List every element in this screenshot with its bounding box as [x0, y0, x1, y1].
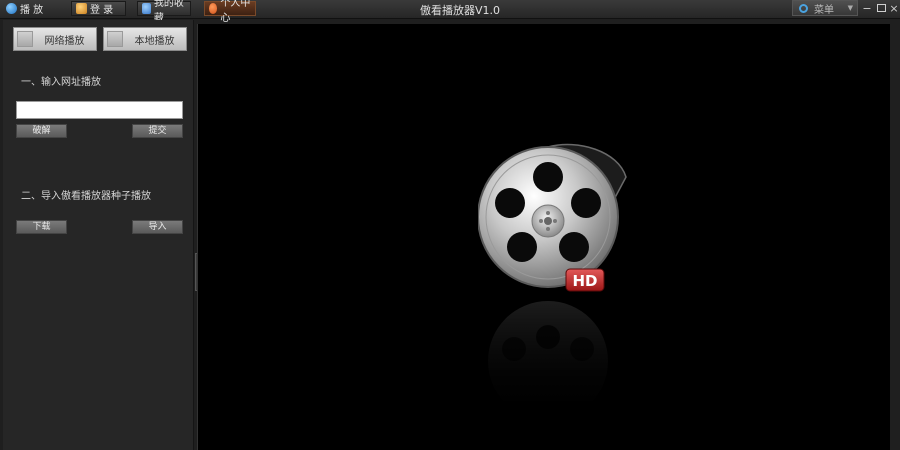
- close-button[interactable]: ×: [887, 1, 900, 15]
- folder-icon: [107, 31, 123, 47]
- url-input[interactable]: [16, 101, 183, 119]
- ring-icon: [799, 3, 808, 13]
- minimize-icon: −: [862, 1, 872, 15]
- left-panel: 网络播放 本地播放 一、输入网址播放 破解 提交 二、导入傲看播放器种子播放 下…: [3, 20, 194, 450]
- maximize-button[interactable]: [874, 1, 888, 15]
- user-center-label: 个人中心: [220, 0, 251, 24]
- menu-button[interactable]: 菜单 ▼: [792, 0, 858, 16]
- tab-local-label: 本地播放: [134, 35, 175, 47]
- minimize-button[interactable]: −: [860, 1, 874, 15]
- menu-label: 菜单: [814, 4, 834, 16]
- app-title: 傲看播放器V1.0: [419, 4, 501, 17]
- maximize-icon: [876, 4, 886, 12]
- network-icon: [17, 31, 33, 47]
- close-icon: ×: [889, 1, 899, 15]
- section-torrent-title: 二、导入傲看播放器种子播放: [21, 191, 151, 202]
- login-button[interactable]: 登 录: [71, 1, 126, 16]
- download-button[interactable]: 下载: [16, 220, 67, 234]
- user-center-button[interactable]: 个人中心: [204, 0, 256, 24]
- users-icon: [142, 3, 151, 14]
- play-label: 播 放: [20, 5, 44, 16]
- tab-network-play[interactable]: 网络播放: [13, 27, 97, 51]
- title-bar: 播 放 登 录 我的收藏 个人中心 傲看播放器V1.0 菜单 ▼ − ×: [0, 0, 900, 24]
- tab-local-play[interactable]: 本地播放: [103, 27, 187, 51]
- favorites-button[interactable]: 我的收藏: [137, 0, 191, 24]
- user-icon: [76, 3, 87, 14]
- parse-button[interactable]: 破解: [16, 124, 67, 138]
- play-button[interactable]: 播 放: [2, 1, 60, 16]
- tab-network-label: 网络播放: [44, 35, 85, 47]
- login-label: 登 录: [90, 5, 114, 16]
- import-button[interactable]: 导入: [132, 220, 183, 234]
- caret-down-icon: ▼: [847, 4, 853, 12]
- hd-badge-text: HD: [572, 272, 597, 290]
- globe-icon: [6, 3, 17, 14]
- section-url-title: 一、输入网址播放: [21, 77, 101, 88]
- film-reel-logo: HD: [478, 143, 627, 401]
- video-area[interactable]: HD: [197, 24, 891, 450]
- heart-icon: [209, 3, 218, 14]
- window-right-edge: [890, 20, 900, 450]
- submit-button[interactable]: 提交: [132, 124, 183, 138]
